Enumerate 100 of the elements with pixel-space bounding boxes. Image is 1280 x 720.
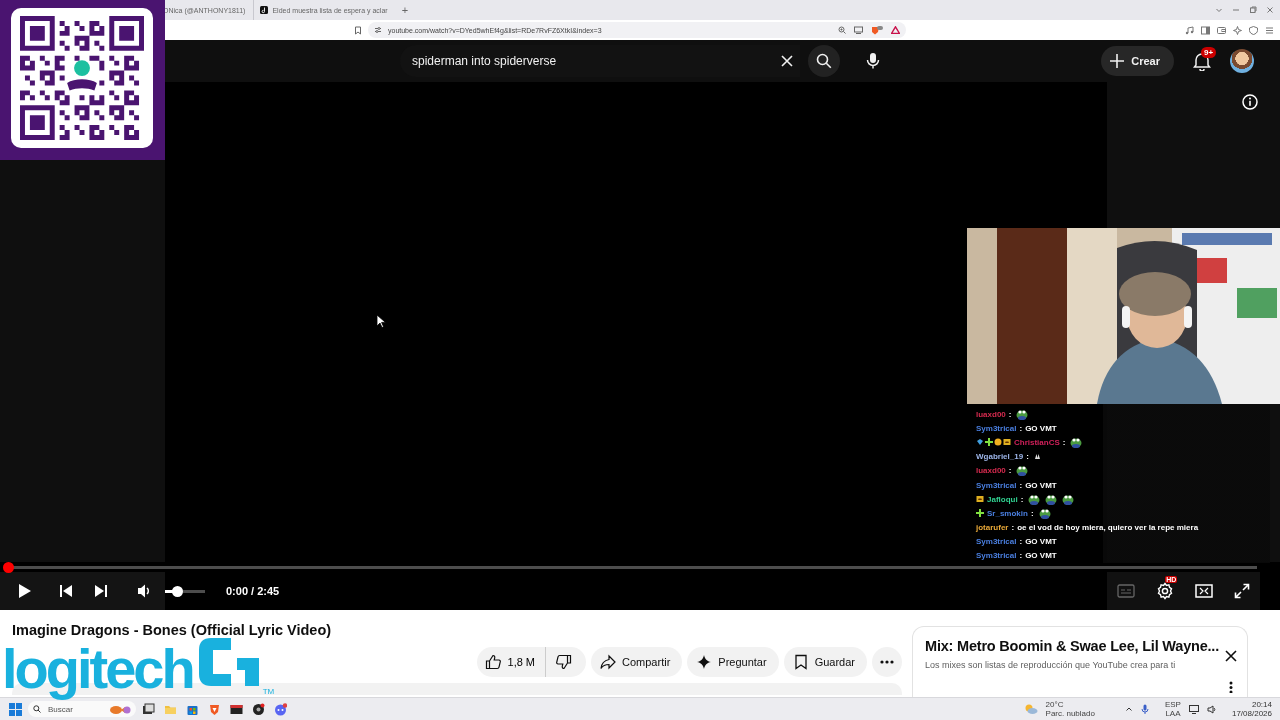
speaker-icon[interactable] [1206, 704, 1216, 714]
next-icon[interactable] [93, 583, 109, 599]
chat-separator: : [1011, 523, 1015, 533]
chat-separator: : [1020, 494, 1024, 504]
info-icon[interactable] [1242, 94, 1258, 110]
notification-badge: 9+ [1201, 47, 1217, 58]
clear-icon[interactable] [780, 54, 794, 68]
trademark-mark: TM [262, 687, 275, 696]
share-button[interactable]: Compartir [591, 647, 683, 677]
chat-separator: : [1019, 537, 1023, 547]
previous-icon[interactable] [58, 583, 74, 599]
chat-separator: : [1008, 409, 1012, 419]
frog-emote-icon [1070, 436, 1083, 448]
frog-emote-icon [1028, 493, 1041, 505]
save-button[interactable]: Guardar [783, 647, 867, 677]
sidebar-icon[interactable] [1201, 25, 1210, 35]
share-icon [600, 654, 617, 670]
volume-thumb[interactable] [172, 585, 183, 597]
chat-username: jotarufer [976, 523, 1009, 533]
chat-username: Sym3trical [976, 537, 1017, 547]
chat-separator: : [1019, 423, 1023, 433]
chat-message: GO VMT [1025, 423, 1057, 433]
triangle-icon[interactable] [891, 26, 900, 34]
mix-subtitle: Los mixes son listas de reproducción que YouTube crea para ti [925, 660, 1177, 673]
search-icon [33, 705, 41, 713]
chat-username: Sym3trical [976, 551, 1017, 561]
theater-icon[interactable] [1194, 584, 1213, 598]
chat-app-icon[interactable] [274, 702, 287, 716]
search-icon [816, 53, 832, 69]
bell-icon[interactable] [1192, 51, 1212, 71]
ask-button[interactable]: Preguntar [687, 647, 779, 677]
frog-emote-icon [1016, 465, 1029, 477]
more-icon [880, 660, 894, 664]
language-code[interactable]: LAA [1165, 709, 1181, 718]
music-icon[interactable] [1185, 25, 1194, 35]
taskbar-search[interactable]: Buscar [28, 701, 136, 717]
search-button[interactable] [808, 45, 840, 77]
clock-date: 17/08/2026 [1231, 709, 1272, 718]
new-tab-button[interactable]: + [401, 4, 409, 16]
windows-icon[interactable] [9, 702, 22, 716]
fish-icon [109, 703, 131, 715]
plus-icon [1109, 53, 1126, 69]
chat-message: GO VMT [1025, 480, 1057, 490]
shield-icon[interactable] [1249, 25, 1258, 35]
frog-emote-icon [1062, 493, 1075, 505]
thumbs-up-icon [484, 654, 501, 670]
volume-icon[interactable] [136, 583, 152, 599]
coin-icon [994, 438, 1002, 447]
wallet-icon[interactable] [1217, 25, 1226, 35]
plus-icon [985, 438, 993, 447]
settings-icon[interactable] [1156, 582, 1175, 600]
tune-icon [374, 26, 382, 34]
close-icon[interactable] [1224, 649, 1238, 664]
zoom-icon[interactable] [838, 26, 846, 34]
weather-icon [1023, 703, 1038, 715]
restore-icon[interactable] [1249, 6, 1257, 14]
chat-separator: : [1062, 437, 1066, 447]
chat-separator: : [1008, 466, 1012, 476]
temperature: 20°C [1045, 700, 1065, 709]
kebab-icon[interactable] [1229, 680, 1233, 693]
frog-emote-icon [1045, 493, 1058, 505]
cast-icon[interactable] [854, 26, 863, 34]
sparkle-icon[interactable] [1233, 25, 1242, 35]
chat-message: oe el vod de hoy miera, quiero ver la repe miera [1017, 523, 1199, 533]
mix-title: Mix: Metro Boomin & Swae Lee, Lil Wayne... [925, 638, 1219, 656]
more-button[interactable] [872, 647, 902, 677]
menu-icon[interactable] [1265, 25, 1274, 35]
progress-thumb[interactable] [3, 561, 14, 573]
note-icon [260, 6, 269, 14]
monitor-icon[interactable] [1188, 704, 1199, 714]
fullscreen-icon[interactable] [1233, 583, 1250, 599]
chat-username: Wgabriel_19 [976, 452, 1024, 462]
taskbar-search-field[interactable]: Buscar [46, 703, 96, 715]
chat-username: Sym3trical [976, 480, 1017, 490]
avatar[interactable] [1230, 49, 1254, 73]
language-code[interactable]: ESP [1164, 700, 1181, 709]
chat-message: GO VMT [1025, 537, 1057, 547]
frog-emote-icon [1016, 408, 1029, 420]
bookmark-icon[interactable] [354, 25, 362, 35]
chat-message: GO VMT [1025, 551, 1057, 561]
chat-username: Sym3trical [976, 423, 1017, 433]
gem-icon [976, 438, 984, 447]
thumbs-down-icon [556, 654, 573, 670]
chat-separator: : [1019, 551, 1023, 561]
frog-emote-icon [1038, 507, 1051, 519]
microphone-icon[interactable] [866, 52, 880, 70]
subtitles-icon[interactable] [1117, 584, 1136, 598]
search-field[interactable]: spiderman into spiderverse [410, 53, 780, 69]
logo-wordmark: logitech [1, 640, 193, 698]
cursor-icon [376, 314, 386, 328]
chevron-up-icon[interactable] [1124, 705, 1133, 713]
chat-username: Jafloqui [987, 494, 1018, 504]
chat-separator: : [1019, 480, 1023, 490]
bookmark-icon [792, 654, 809, 670]
clock-time: 20:14 [1251, 700, 1272, 709]
video-title: Imagine Dragons - Bones (Official Lyric Video) [12, 622, 333, 638]
chat-username: Sr_smokin [987, 508, 1028, 518]
create-button[interactable]: Crear [1101, 46, 1174, 76]
task-view-icon[interactable] [142, 702, 155, 716]
chat-separator: : [1026, 452, 1029, 462]
